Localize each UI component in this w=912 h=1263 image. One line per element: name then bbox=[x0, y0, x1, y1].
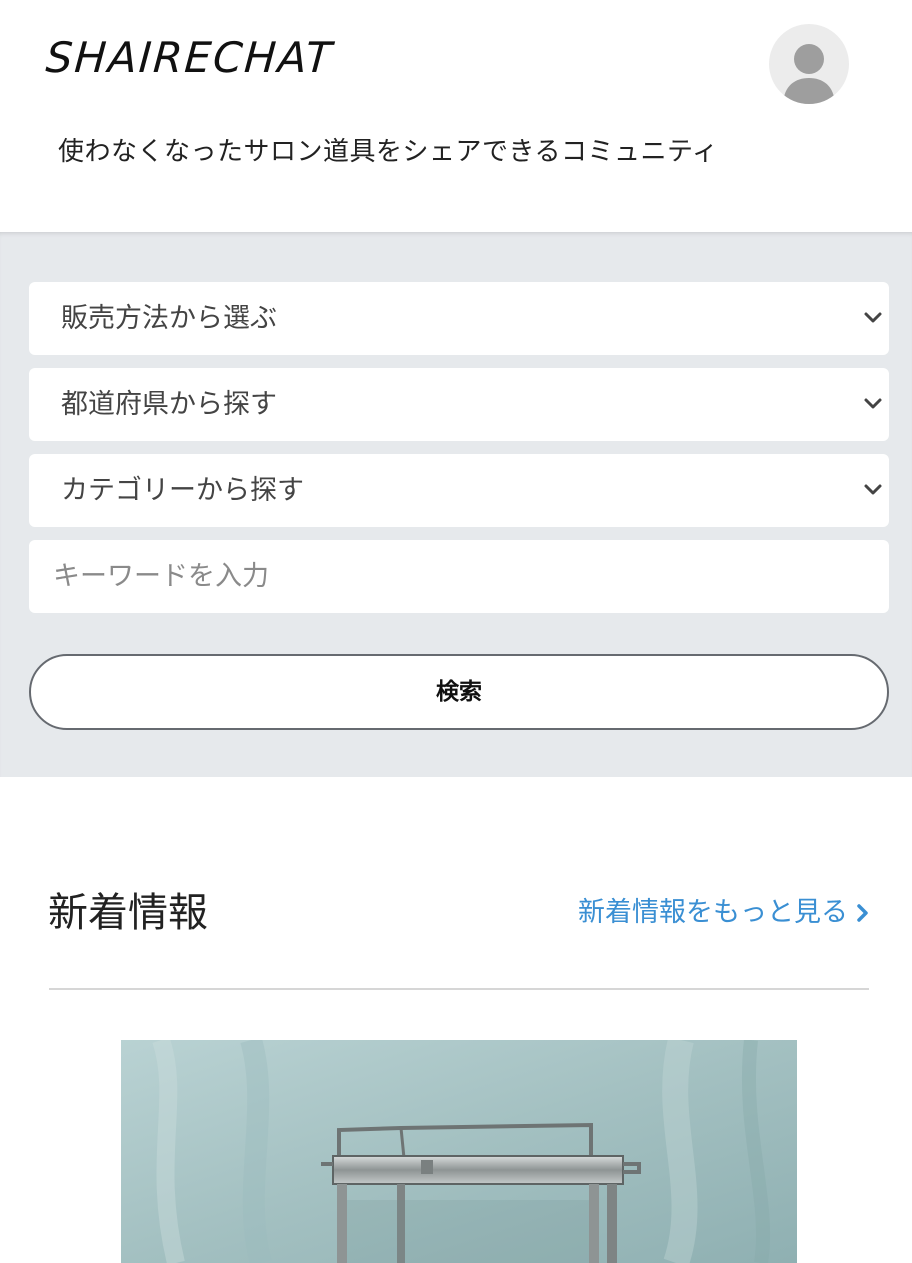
chevron-down-icon bbox=[864, 398, 882, 409]
news-item-image[interactable] bbox=[121, 1040, 797, 1263]
chevron-down-icon bbox=[864, 484, 882, 495]
site-tagline: 使わなくなったサロン道具をシェアできるコミュニティ bbox=[58, 137, 719, 167]
chevron-right-icon bbox=[857, 904, 868, 922]
news-heading: 新着情報 bbox=[48, 890, 208, 936]
user-avatar[interactable] bbox=[769, 24, 849, 104]
cart-photo bbox=[121, 1040, 797, 1263]
news-more-link-label: 新着情報をもっと見る bbox=[578, 897, 848, 928]
prefecture-select-value: 都道府県から探す bbox=[61, 389, 277, 420]
site-logo[interactable]: SHAIRECHAT bbox=[44, 28, 336, 88]
sales-method-select-value: 販売方法から選ぶ bbox=[61, 303, 277, 334]
keyword-input[interactable] bbox=[29, 540, 889, 613]
chevron-down-icon bbox=[864, 312, 882, 323]
prefecture-select[interactable]: 都道府県から探す bbox=[29, 368, 889, 441]
category-select[interactable]: カテゴリーから探す bbox=[29, 454, 889, 527]
search-panel: 販売方法から選ぶ 都道府県から探す カテゴリーから探す 検索 bbox=[0, 232, 912, 777]
sales-method-select[interactable]: 販売方法から選ぶ bbox=[29, 282, 889, 355]
search-button[interactable]: 検索 bbox=[29, 654, 889, 730]
header: SHAIRECHAT 使わなくなったサロン道具をシェアできるコミュニティ bbox=[0, 0, 912, 232]
category-select-value: カテゴリーから探す bbox=[61, 475, 304, 506]
news-more-link[interactable]: 新着情報をもっと見る bbox=[578, 891, 870, 935]
news-section: 新着情報 新着情報をもっと見る bbox=[0, 777, 912, 1263]
user-avatar-icon bbox=[783, 44, 835, 104]
section-divider bbox=[49, 988, 869, 990]
